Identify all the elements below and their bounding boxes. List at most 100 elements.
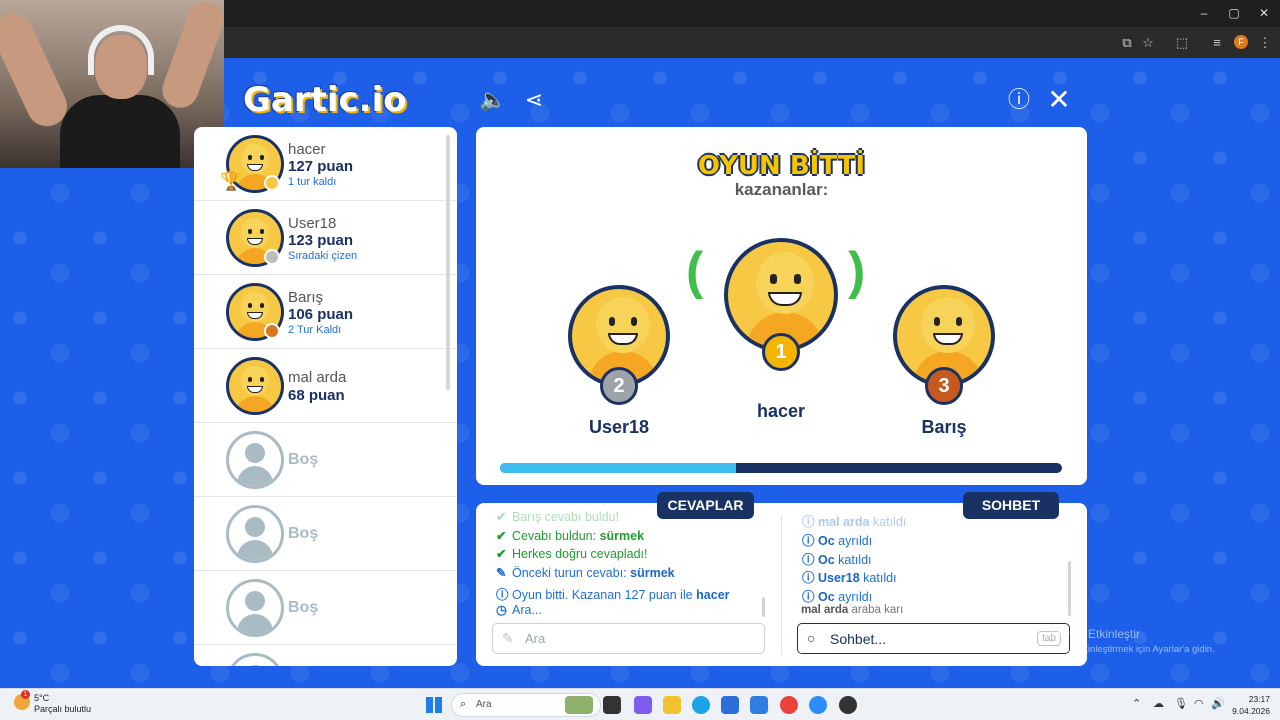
chat-message: mal arda araba karı	[801, 604, 904, 616]
round-progress-fill	[500, 463, 737, 473]
answer-message: ✔ Cevabı buldun: sürmek	[496, 529, 645, 543]
wifi-icon[interactable]: ◠	[1194, 697, 1204, 710]
status-dot	[264, 323, 280, 339]
tray-overflow-icon[interactable]: ⌃	[1132, 697, 1141, 710]
app-icon[interactable]	[839, 696, 857, 714]
windows-activation-watermark: Windows'u Etkinleştir Windows'u etkinleş…	[1027, 627, 1215, 655]
maximize-button[interactable]: ▢	[1224, 6, 1244, 20]
third-place-medal: 3	[925, 367, 963, 405]
browser-tabstrip	[224, 0, 1280, 27]
player-avatar	[226, 357, 284, 415]
task-view-icon[interactable]	[603, 696, 621, 714]
player-points: 127 puan	[288, 158, 354, 175]
player-status: 2 Tur Kaldı	[288, 324, 342, 336]
outlook-icon[interactable]	[750, 696, 768, 714]
player-row[interactable]: 🏆 hacer 127 puan 1 tur kaldı	[194, 127, 457, 201]
round-progress-bar	[500, 463, 1062, 473]
empty-avatar	[226, 653, 284, 666]
exit-icon[interactable]: ✕	[1045, 86, 1073, 114]
search-icon: ○	[807, 630, 816, 646]
close-window-button[interactable]: ✕	[1254, 6, 1274, 20]
chrome-icon[interactable]	[780, 696, 798, 714]
status-dot	[264, 175, 280, 191]
first-place-medal: 1	[762, 333, 800, 371]
clock[interactable]: 23:17 9.04.2026	[1226, 693, 1270, 717]
tab-chat[interactable]: SOHBET	[963, 492, 1059, 519]
notification-badge: 1	[21, 690, 30, 699]
player-name: mal arda	[288, 369, 347, 386]
chat-message: ⓘ mal arda katıldı	[802, 515, 907, 529]
chat-message: ⓘ Oc ayrıldı	[802, 534, 873, 548]
second-place-name: User18	[588, 417, 650, 437]
empty-slot-label: Boş	[288, 451, 319, 468]
player-status: 1 tur kaldı	[288, 176, 337, 188]
edge-icon[interactable]	[692, 696, 710, 714]
player-status: Sıradaki çizen	[288, 250, 358, 262]
empty-avatar	[226, 431, 284, 489]
empty-slot: Boş	[194, 497, 457, 571]
network-icon[interactable]: ☁	[1153, 697, 1164, 710]
answer-message: ⓘ Oyun bitti. Kazanan 127 puan ile hacer	[496, 588, 730, 602]
share-icon[interactable]: ⋖	[520, 86, 548, 114]
answer-input[interactable]: ✎ Ara	[492, 623, 765, 654]
answer-message: ✎ Önceki turun cevabı: sürmek	[496, 566, 675, 580]
player-points: 106 puan	[288, 306, 354, 323]
widget-thumbnail[interactable]	[565, 696, 593, 714]
game-over-title: OYUN BİTTİ	[697, 151, 866, 181]
player-name: Barış	[288, 289, 324, 306]
answers-scrollbar[interactable]	[762, 597, 765, 617]
second-place-medal: 2	[600, 367, 638, 405]
empty-slot: Boş	[194, 423, 457, 497]
empty-avatar	[226, 579, 284, 637]
first-place-name: hacer	[756, 401, 806, 421]
profile-avatar[interactable]: F	[1234, 35, 1248, 49]
player-row[interactable]: mal arda 68 puan	[194, 349, 457, 423]
file-explorer-icon[interactable]	[663, 696, 681, 714]
player-name: User18	[288, 215, 337, 232]
player-list: 🏆 hacer 127 puan 1 tur kaldı User18 123 …	[194, 127, 457, 666]
extensions-icon[interactable]: ⬚	[1173, 35, 1191, 51]
empty-slot	[194, 645, 457, 666]
chat-scrollbar[interactable]	[1068, 561, 1071, 616]
info-icon[interactable]: ⓘ	[1005, 86, 1033, 114]
answer-message: ✔ Herkes doğru cevapladı!	[496, 547, 648, 561]
start-button[interactable]	[426, 697, 442, 713]
empty-slot-label: Boş	[288, 525, 319, 542]
search-icon: ⌕	[460, 698, 467, 710]
third-place-name: Barış	[921, 417, 967, 437]
winners-subtitle: kazananlar:	[734, 180, 829, 199]
volume-icon[interactable]: 🔊	[1211, 697, 1225, 710]
zoom-icon[interactable]	[809, 696, 827, 714]
bookmark-star-icon[interactable]: ☆	[1139, 35, 1157, 51]
player-row[interactable]: Barış 106 puan 2 Tur Kaldı	[194, 275, 457, 349]
answer-message: ✔ Barış cevabı buldu!	[496, 510, 620, 524]
player-list-scrollbar[interactable]	[446, 135, 450, 390]
empty-slot: Boş	[194, 571, 457, 645]
taskbar: 1 5°C Parçalı bulutlu ⌕ Ara ⌃ ☁ 🎙 ◠ 🔊 23…	[0, 688, 1280, 720]
store-icon[interactable]	[721, 696, 739, 714]
weather-widget[interactable]: 1 5°C Parçalı bulutlu	[14, 690, 91, 715]
chat-message: ⓘ Oc ayrıldı	[802, 590, 873, 604]
panel-divider	[781, 515, 782, 655]
answer-message: ◷ Ara...	[496, 603, 542, 617]
laurel-right-icon: )	[848, 242, 866, 300]
webcam-overlay	[0, 0, 224, 168]
empty-slot-label: Boş	[288, 599, 319, 616]
minimize-button[interactable]: –	[1194, 6, 1214, 20]
gartic-logo[interactable]: Gartic.io	[243, 80, 407, 120]
browser-menu-icon[interactable]: ⋮	[1256, 35, 1274, 51]
results-panel: OYUN BİTTİ kazananlar: ( ) 1 hacer 2 Use…	[476, 127, 1087, 485]
cast-icon[interactable]: ⧉	[1118, 35, 1136, 51]
tab-answers[interactable]: CEVAPLAR	[657, 492, 754, 519]
player-points: 123 puan	[288, 232, 354, 249]
status-dot	[264, 249, 280, 265]
reading-list-icon[interactable]: ≡	[1208, 35, 1226, 50]
sound-icon[interactable]: 🔈	[479, 86, 507, 114]
player-name: hacer	[288, 141, 326, 158]
trophy-icon: 🏆	[220, 171, 243, 191]
laurel-left-icon: (	[686, 242, 704, 300]
microphone-icon[interactable]: 🎙	[1174, 697, 1188, 710]
app-icon[interactable]	[634, 696, 652, 714]
empty-avatar	[226, 505, 284, 563]
player-row[interactable]: User18 123 puan Sıradaki çizen	[194, 201, 457, 275]
